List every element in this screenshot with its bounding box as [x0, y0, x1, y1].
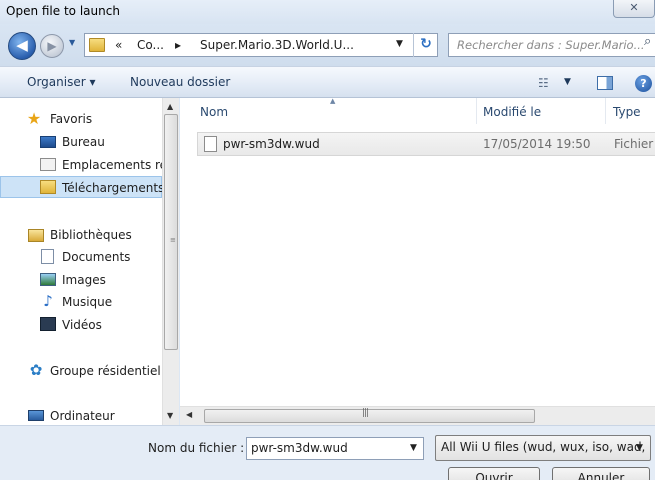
scroll-up-arrow-icon[interactable]: ▲	[167, 102, 173, 111]
title-bar: Open file to launch ✕	[0, 0, 655, 24]
breadcrumb-item-computer[interactable]: Co...	[137, 38, 164, 52]
homegroup-icon: ✿	[29, 361, 43, 379]
file-type: Fichier WUD	[614, 137, 655, 151]
file-name: pwr-sm3dw.wud	[223, 137, 320, 151]
folder-icon	[89, 38, 105, 52]
libraries-icon	[28, 229, 44, 242]
dialog-footer: Nom du fichier : pwr-sm3dw.wud ▼ All Wii…	[0, 425, 655, 480]
sidebar-item-documents[interactable]: Documents	[0, 246, 162, 268]
pictures-icon	[40, 273, 56, 286]
sidebar-item-musique[interactable]: ♪ Musique	[0, 291, 162, 313]
refresh-icon: ↻	[420, 36, 432, 52]
search-input[interactable]: Rechercher dans : Super.Mario...	[448, 33, 655, 57]
search-icon[interactable]: ⌕	[644, 34, 651, 49]
sidebar-item-bureau[interactable]: Bureau	[0, 131, 162, 153]
breadcrumb-item-current[interactable]: Super.Mario.3D.World.U...	[200, 38, 354, 52]
column-separator[interactable]	[476, 98, 477, 124]
videos-icon	[40, 317, 56, 331]
column-separator[interactable]	[605, 98, 606, 124]
new-folder-button[interactable]: Nouveau dossier	[130, 75, 230, 89]
sidebar-item-images[interactable]: Images	[0, 269, 162, 291]
navigation-pane-scrollbar[interactable]: ▲ ≡ ▼	[162, 98, 179, 425]
sidebar-item-label: Vidéos	[62, 318, 102, 332]
organize-button[interactable]: Organiser ▾	[27, 75, 95, 89]
change-view-icon[interactable]: ☷	[538, 76, 549, 90]
file-row[interactable]: pwr-sm3dw.wud 17/05/2014 19:50 Fichier W…	[197, 132, 655, 156]
window-title: Open file to launch	[6, 4, 120, 18]
sidebar-item-label: Téléchargements	[62, 181, 162, 195]
breadcrumb-separator[interactable]: ▸	[175, 38, 181, 52]
sidebar-item-label: Ordinateur	[50, 409, 115, 423]
back-button[interactable]: ◀	[8, 32, 36, 60]
sidebar-item-label: Musique	[62, 295, 113, 309]
forward-arrow-icon: ▶	[47, 39, 57, 53]
sidebar-item-ordinateur[interactable]: Ordinateur	[0, 405, 162, 425]
star-icon: ★	[26, 109, 42, 128]
column-header-type[interactable]: Type	[613, 105, 641, 119]
sort-ascending-icon: ▲	[330, 97, 336, 105]
grip-icon: ≡	[170, 236, 176, 244]
help-icon[interactable]: ?	[635, 75, 652, 92]
sidebar-item-groupe-residentiel[interactable]: ✿ Groupe résidentiel	[0, 360, 162, 382]
sidebar-item-bibliotheques[interactable]: Bibliothèques	[0, 224, 162, 246]
path-breadcrumb[interactable]: « Co... ▸ Super.Mario.3D.World.U... ▼	[84, 33, 438, 57]
recent-pages-dropdown-icon[interactable]: ▼	[69, 38, 75, 47]
sidebar-item-label: Bibliothèques	[50, 228, 132, 242]
sidebar-item-videos[interactable]: Vidéos	[0, 314, 162, 336]
close-icon: ✕	[629, 1, 639, 14]
sidebar-item-label: Bureau	[62, 135, 105, 149]
view-dropdown-icon[interactable]: ▼	[564, 77, 571, 87]
grip-icon: |||	[362, 408, 369, 418]
cancel-button[interactable]: Annuler	[552, 467, 650, 480]
recent-places-icon	[40, 158, 56, 171]
filename-input[interactable]: pwr-sm3dw.wud	[246, 437, 424, 460]
sidebar-item-label: Favoris	[50, 112, 93, 126]
filename-label: Nom du fichier :	[148, 441, 245, 455]
back-arrow-icon: ◀	[16, 36, 28, 54]
sidebar-item-label: Emplacements récents	[62, 158, 162, 172]
scroll-down-arrow-icon[interactable]: ▼	[167, 411, 173, 420]
column-header-name[interactable]: Nom	[200, 105, 228, 119]
file-icon	[204, 136, 217, 152]
sidebar-item-label: Groupe résidentiel	[50, 364, 161, 378]
column-header-modified[interactable]: Modifié le	[483, 105, 541, 119]
music-icon: ♪	[43, 292, 53, 310]
file-list: ▲ Nom Modifié le Type pwr-sm3dw.wud 17/0…	[180, 97, 655, 406]
breadcrumb-overflow[interactable]: «	[115, 38, 122, 52]
refresh-button[interactable]: ↻	[413, 33, 438, 57]
path-dropdown-icon[interactable]: ▼	[396, 39, 403, 49]
sidebar-item-label: Documents	[62, 250, 131, 264]
sidebar-item-telechargements[interactable]: Téléchargements	[0, 176, 162, 198]
sidebar-item-favoris[interactable]: ★ Favoris	[0, 108, 162, 130]
close-button[interactable]: ✕	[613, 0, 655, 18]
address-bar: ◀ ▶ ▼ « Co... ▸ Super.Mario.3D.World.U..…	[0, 24, 655, 66]
filename-dropdown-icon[interactable]: ▼	[410, 443, 417, 453]
computer-icon	[28, 410, 44, 421]
document-icon	[41, 249, 54, 264]
sidebar-item-emplacements-recents[interactable]: Emplacements récents	[0, 154, 162, 176]
scroll-left-arrow-icon[interactable]: ◀	[186, 410, 192, 419]
scrollbar-thumb[interactable]: ≡	[164, 114, 178, 350]
navigation-pane: ★ Favoris Bureau Emplacements récents Té…	[0, 98, 162, 425]
command-bar: Organiser ▾ Nouveau dossier ☷ ▼ ?	[0, 66, 655, 98]
preview-pane-icon[interactable]	[597, 76, 613, 90]
file-list-horizontal-scrollbar[interactable]: ◀ |||	[180, 406, 655, 425]
file-modified-date: 17/05/2014 19:50	[483, 137, 591, 151]
scrollbar-thumb[interactable]: |||	[204, 408, 535, 423]
open-button[interactable]: Ouvrir	[448, 467, 540, 480]
desktop-icon	[40, 136, 56, 148]
downloads-folder-icon	[40, 180, 56, 194]
forward-button[interactable]: ▶	[40, 34, 64, 58]
file-type-dropdown-icon[interactable]: ▼	[636, 443, 643, 453]
sidebar-item-label: Images	[62, 273, 106, 287]
file-type-select[interactable]: All Wii U files (wud, wux, iso, wad, rpx…	[435, 435, 651, 461]
